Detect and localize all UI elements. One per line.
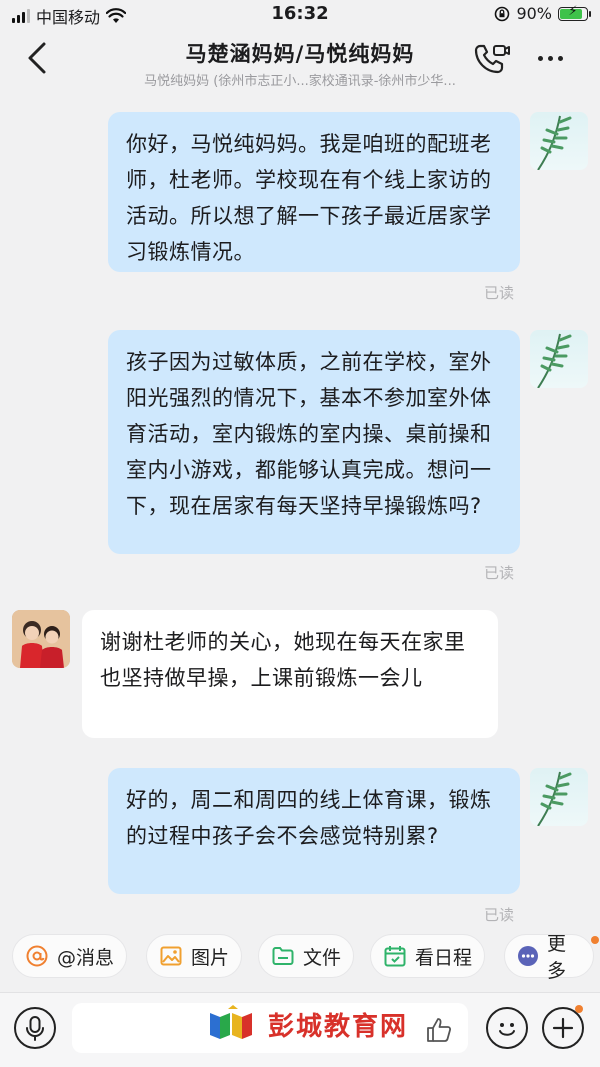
my-avatar[interactable] bbox=[530, 330, 588, 388]
microphone-icon bbox=[26, 1016, 44, 1041]
calendar-icon bbox=[383, 944, 407, 968]
more-options-icon[interactable] bbox=[530, 48, 570, 68]
my-avatar[interactable] bbox=[530, 112, 588, 170]
phone-video-call-icon[interactable] bbox=[472, 42, 512, 76]
books-logo-icon bbox=[210, 1005, 252, 1039]
message-input[interactable]: 彭城教育网 bbox=[72, 1003, 468, 1053]
plant-image bbox=[537, 333, 572, 388]
contact-avatar[interactable] bbox=[12, 610, 70, 668]
chip-label: 更多 bbox=[547, 933, 567, 982]
watermark-text: 彭城教育网 bbox=[268, 1011, 409, 1042]
image-icon bbox=[159, 944, 183, 968]
notification-dot bbox=[591, 936, 599, 944]
battery-icon: ⚡ bbox=[558, 4, 591, 21]
folder-icon bbox=[271, 944, 295, 968]
read-status: 已读 bbox=[484, 906, 515, 924]
status-bar: 中国移动 16:32 90% ⚡ bbox=[0, 0, 600, 30]
battery-percent: 90% bbox=[516, 4, 552, 23]
chip-image[interactable]: 图片 bbox=[146, 934, 243, 978]
voice-input-button[interactable] bbox=[14, 1007, 56, 1049]
plant-image bbox=[537, 115, 572, 170]
chip-schedule[interactable]: 看日程 bbox=[370, 934, 486, 978]
children-photo bbox=[12, 610, 70, 668]
chip-mention[interactable]: @消息 bbox=[12, 934, 128, 978]
read-status: 已读 bbox=[484, 284, 515, 302]
chip-file[interactable]: 文件 bbox=[258, 934, 355, 978]
message-bubble-outgoing[interactable]: 你好，马悦纯妈妈。我是咱班的配班老师，杜老师。学校现在有个线上家访的活动。所以想… bbox=[108, 112, 520, 272]
at-icon bbox=[25, 944, 49, 968]
plus-icon bbox=[552, 1017, 574, 1039]
notification-dot bbox=[575, 1005, 583, 1013]
watermark-logo: 彭城教育网 bbox=[206, 1005, 408, 1043]
message-bubble-outgoing[interactable]: 孩子因为过敏体质，之前在学校，室外阳光强烈的情况下，基本不参加室外体育活动，室内… bbox=[108, 330, 520, 554]
quick-actions-bar: @消息 图片 文件 看日程 更多 bbox=[0, 932, 600, 986]
chip-more[interactable]: 更多 bbox=[504, 933, 594, 982]
input-bar: 彭城教育网 bbox=[0, 992, 600, 1067]
plant-image bbox=[537, 771, 572, 826]
message-bubble-incoming[interactable]: 谢谢杜老师的关心，她现在每天在家里也坚持做早操，上课前锻炼一会儿 bbox=[82, 610, 498, 738]
chat-header: 马楚涵妈妈/马悦纯妈妈 马悦纯妈妈 (徐州市志正小...家校通讯录-徐州市少华.… bbox=[0, 30, 600, 92]
more-icon bbox=[517, 944, 539, 968]
chip-label: 文件 bbox=[303, 946, 342, 969]
smiley-icon bbox=[499, 1023, 515, 1036]
read-status: 已读 bbox=[484, 564, 515, 582]
rotation-lock-icon bbox=[495, 6, 510, 21]
chip-label: @消息 bbox=[57, 946, 115, 969]
thumbs-up-icon[interactable] bbox=[424, 1015, 454, 1045]
status-right: 90% ⚡ bbox=[494, 4, 591, 23]
chip-label: 看日程 bbox=[415, 946, 473, 969]
message-bubble-outgoing[interactable]: 好的，周二和周四的线上体育课，锻炼的过程中孩子会不会感觉特别累? bbox=[108, 768, 520, 894]
emoji-button[interactable] bbox=[486, 1007, 528, 1049]
my-avatar[interactable] bbox=[530, 768, 588, 826]
add-attachment-button[interactable] bbox=[542, 1007, 584, 1049]
chip-label: 图片 bbox=[191, 946, 230, 969]
